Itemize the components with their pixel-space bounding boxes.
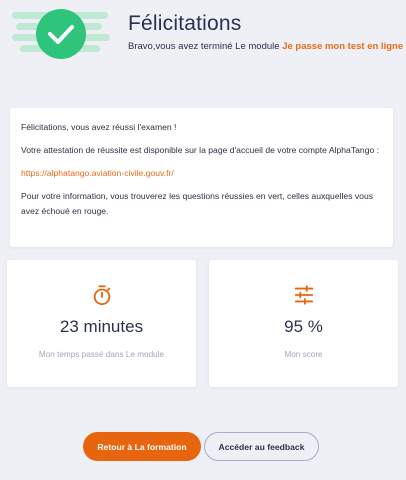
time-value: 23 minutes bbox=[59, 317, 144, 336]
time-stat-card: 23 minutes Mon temps passé dans Le modul… bbox=[7, 260, 196, 387]
back-to-training-button[interactable]: Retour à La formation bbox=[83, 432, 201, 461]
message-line-info: Pour votre information, vous trouverez l… bbox=[21, 191, 374, 216]
message-line-congrats: Félicitations, vous avez réussi l'examen… bbox=[21, 122, 177, 132]
checkmark-icon bbox=[36, 9, 86, 59]
score-caption: Mon score bbox=[284, 350, 323, 359]
access-feedback-button[interactable]: Accéder au feedback bbox=[204, 432, 319, 461]
page-subtitle: Bravo,vous avez terminé Le module Je pas… bbox=[128, 41, 403, 52]
score-value: 95 % bbox=[284, 317, 323, 336]
score-stat-card: 95 % Mon score bbox=[209, 260, 398, 387]
message-line-certificate: Votre attestation de réussite est dispon… bbox=[21, 145, 380, 155]
module-name: Je passe mon test en ligne bbox=[282, 41, 404, 52]
success-badge bbox=[12, 6, 112, 62]
sliders-icon bbox=[294, 285, 313, 305]
time-caption: Mon temps passé dans Le module bbox=[38, 350, 165, 359]
result-message-card: Félicitations, vous avez réussi l'examen… bbox=[10, 108, 393, 247]
stopwatch-icon bbox=[93, 285, 110, 306]
page-title: Félicitations bbox=[128, 12, 242, 35]
alphatango-link[interactable]: https://alphatango.aviation-civile.gouv.… bbox=[21, 168, 174, 178]
results-page: Félicitations Bravo,vous avez terminé Le… bbox=[0, 0, 406, 480]
subtitle-text: Bravo,vous avez terminé Le module bbox=[128, 41, 283, 52]
header: Félicitations Bravo,vous avez terminé Le… bbox=[0, 0, 406, 72]
